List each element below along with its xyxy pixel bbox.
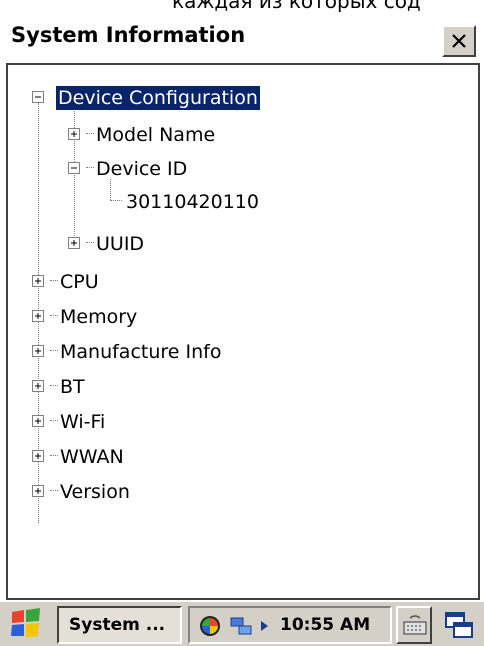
keyboard-button[interactable] [396,606,432,644]
close-button[interactable] [442,25,476,57]
tree-item-device-id[interactable]: Device ID [8,154,478,184]
system-tray: 10:55 AM [188,606,392,644]
plus-icon [35,348,41,354]
tree-item-cpu[interactable]: CPU [8,267,478,297]
tree-item-uuid[interactable]: UUID [8,229,478,259]
top-caption: каждая из которых сод [0,0,484,12]
minus-icon [35,96,41,98]
tree-item-label: Memory [60,306,138,328]
top-caption-text: каждая из которых сод [172,0,421,12]
plus-icon [35,453,41,459]
expand-toggle[interactable] [32,415,44,427]
expand-toggle[interactable] [32,450,44,462]
keyboard-icon [403,615,427,635]
taskbar: System ... 10:55 AM [0,600,484,646]
expand-toggle[interactable] [68,237,80,249]
tree-item-label: Version [60,481,130,503]
tree-item-wifi[interactable]: Wi-Fi [8,407,478,437]
tree-item-label: BT [60,376,85,398]
tree-item-label: CPU [60,271,99,293]
tree-item-label: WWAN [60,446,124,468]
expand-toggle[interactable] [68,128,80,140]
task-button-label: System ... [69,615,166,635]
close-icon [452,34,466,48]
plus-icon [35,313,41,319]
desktop-button[interactable] [438,606,480,644]
tree-view[interactable]: Device Configuration Model Name Device I… [6,63,480,600]
tree-item-manufacture-info[interactable]: Manufacture Info [8,337,478,367]
plus-icon [35,383,41,389]
tree-item-model-name[interactable]: Model Name [8,120,478,150]
title-bar: System Information [0,12,484,60]
tree-item-label: Wi-Fi [60,411,106,433]
tree-item-label: 30110420110 [126,191,259,213]
start-button[interactable] [6,606,52,644]
plus-icon [35,418,41,424]
desktop-windows-icon [445,612,473,638]
tree-item-label: Manufacture Info [60,341,222,363]
system-information-window: System Information Device Configuration … [0,12,484,600]
clock[interactable]: 10:55 AM [280,615,370,635]
expand-toggle[interactable] [32,485,44,497]
expand-toggle[interactable] [32,275,44,287]
tree-item-memory[interactable]: Memory [8,302,478,332]
tree-item-device-id-value[interactable]: 30110420110 [8,187,478,217]
tree-item-label: Device ID [96,158,188,180]
tree-item-bt[interactable]: BT [8,372,478,402]
tree-item-label: UUID [96,233,145,255]
plus-icon [71,240,77,246]
tree-item-device-configuration[interactable]: Device Configuration [8,83,478,113]
windows-flag-icon [11,608,40,637]
plus-icon [71,131,77,137]
plus-icon [35,278,41,284]
network-icon[interactable] [228,614,256,638]
expand-toggle[interactable] [32,380,44,392]
expand-toggle[interactable] [32,345,44,357]
tree-item-wwan[interactable]: WWAN [8,442,478,472]
minus-icon [71,167,77,169]
window-title: System Information [11,23,246,47]
expand-toggle[interactable] [32,310,44,322]
color-wheel-icon[interactable] [198,614,222,638]
collapse-toggle[interactable] [32,91,44,103]
tree-item-version[interactable]: Version [8,477,478,507]
arrow-right-icon[interactable] [260,620,270,632]
collapse-toggle[interactable] [68,162,80,174]
tree-item-label: Model Name [96,124,216,146]
task-button-system-information[interactable]: System ... [57,606,182,644]
tree-item-label: Device Configuration [55,85,261,111]
plus-icon [35,488,41,494]
